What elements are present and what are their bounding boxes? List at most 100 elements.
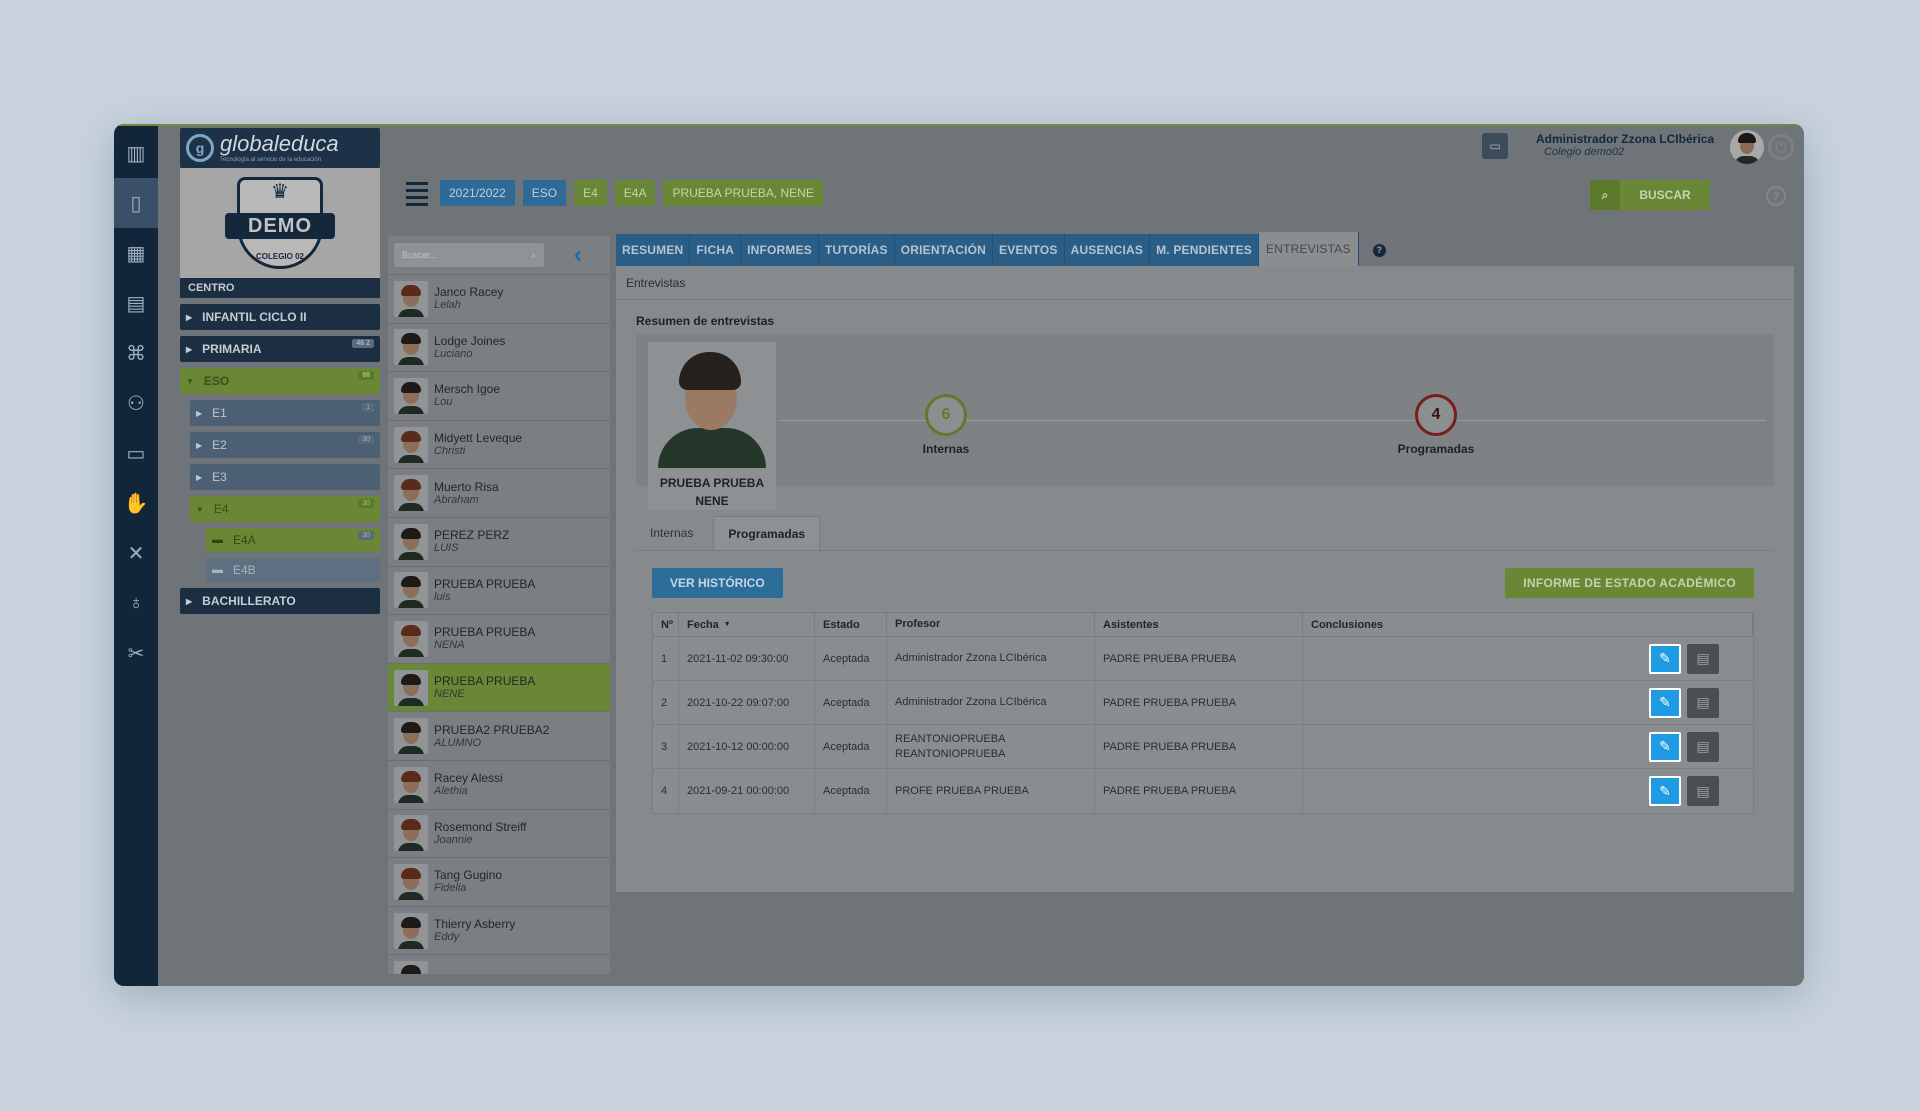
power-icon[interactable]: ⏻: [1768, 134, 1794, 160]
tab-internas[interactable]: Internas: [636, 516, 707, 550]
student-list-item[interactable]: Janco Racey Lelah: [388, 274, 610, 323]
breadcrumb-chips: 2021/2022 ESO E4 E4A PRUEBA PRUEBA, NENE: [440, 180, 823, 206]
stethoscope-icon[interactable]: ♁: [114, 578, 158, 628]
tab-ausencias[interactable]: AUSENCIAS: [1064, 234, 1151, 266]
document-icon[interactable]: ▤: [1687, 731, 1719, 762]
search-button[interactable]: ⌕ BUSCAR: [1590, 180, 1710, 210]
avatar: [394, 523, 428, 560]
tab-orientacion[interactable]: ORIENTACIÓN: [894, 234, 994, 266]
caret-right-icon: ▶: [196, 472, 203, 482]
tree-node-e1[interactable]: ▶ E1 1: [190, 400, 380, 426]
caret-right-icon: ▶: [196, 408, 203, 418]
document-icon[interactable]: ▤: [1687, 687, 1719, 718]
hand-icon[interactable]: ✋: [114, 478, 158, 528]
center-tree: g globaleduca Tecnología al servicio de …: [180, 128, 380, 986]
student-list-item[interactable]: Thierry Vanderslice: [388, 954, 610, 974]
avatar[interactable]: [1730, 130, 1764, 164]
chip-level[interactable]: E4: [574, 180, 607, 206]
tab-ficha[interactable]: FICHA: [690, 234, 742, 266]
centro-label: CENTRO: [180, 278, 380, 298]
tree-node-e4b[interactable]: ▬ E4B: [206, 558, 380, 582]
col-header-fecha[interactable]: Fecha ▼: [679, 613, 815, 636]
document-icon[interactable]: ▤: [1687, 776, 1719, 806]
student-list-item[interactable]: Racey Alessi Alethia: [388, 759, 610, 809]
student-name-line2: NENE: [695, 494, 729, 508]
ver-historico-button[interactable]: VER HISTÓRICO: [652, 568, 783, 598]
help-icon[interactable]: ?: [1372, 243, 1386, 257]
search-button-label: BUSCAR: [1639, 188, 1691, 202]
chip-stage[interactable]: ESO: [522, 180, 567, 206]
folder-icon: ▬: [212, 564, 223, 576]
tree-node-primaria[interactable]: ▶ PRIMARIA 46 2: [180, 336, 380, 362]
chip-year[interactable]: 2021/2022: [440, 180, 515, 206]
avatar: [394, 863, 428, 900]
bus-icon[interactable]: ▭: [114, 428, 158, 478]
informe-estado-button[interactable]: INFORME DE ESTADO ACADÉMICO: [1505, 568, 1754, 598]
student-list-item[interactable]: PRUEBA PRUEBA NENE: [388, 662, 610, 712]
chart-icon[interactable]: ▥: [114, 128, 158, 178]
student-list-item[interactable]: Midyett Leveque Christi: [388, 419, 610, 469]
summary-title: Resumen de entrevistas: [636, 314, 775, 328]
tab-programadas[interactable]: Programadas: [713, 516, 821, 550]
clipboard-icon[interactable]: ▤: [114, 278, 158, 328]
tree-node-label: PRIMARIA: [202, 342, 262, 356]
student-list-item[interactable]: PRUEBA PRUEBA luis: [388, 565, 610, 615]
user-card-icon[interactable]: ▭: [1482, 133, 1508, 159]
tree-node-infantil[interactable]: ▶ INFANTIL CICLO II: [180, 304, 380, 330]
hierarchy-icon[interactable]: ⌘: [114, 328, 158, 378]
collapse-icon[interactable]: ‹: [574, 241, 582, 269]
edit-icon[interactable]: ✎: [1649, 776, 1681, 806]
student-list-item[interactable]: PRUEBA PRUEBA NENA: [388, 614, 610, 663]
student-first-name: Lelah: [434, 299, 461, 312]
internas-count: 6: [925, 394, 967, 436]
student-list-item[interactable]: Tang Gugino Fidelia: [388, 857, 610, 906]
edit-icon[interactable]: ✎: [1649, 731, 1681, 762]
people-icon[interactable]: ⚇: [114, 378, 158, 428]
tree-node-bachillerato[interactable]: ▶ BACHILLERATO: [180, 588, 380, 614]
tab-entrevistas[interactable]: ENTREVISTAS: [1259, 232, 1359, 266]
tree-node-eso[interactable]: ▼ ESO 88: [180, 368, 380, 394]
student-list-item[interactable]: PEREZ PERZ LUIS: [388, 516, 610, 566]
edit-icon[interactable]: ✎: [1649, 643, 1681, 674]
chip-group[interactable]: E4A: [614, 180, 656, 206]
tab-informes[interactable]: INFORMES: [741, 234, 820, 266]
edit-icon[interactable]: ✎: [1649, 687, 1681, 718]
cell-profesor: REANTONIOPRUEBA REANTONIOPRUEBA: [887, 725, 1095, 768]
student-search-input[interactable]: Buscar... ⌕: [394, 243, 544, 267]
student-list-item[interactable]: Mersch Igoe Lou: [388, 371, 610, 420]
avatar: [394, 815, 428, 852]
student-first-name: luis: [434, 590, 451, 603]
help-icon[interactable]: ?: [1766, 186, 1786, 206]
chip-student[interactable]: PRUEBA PRUEBA, NENE: [663, 180, 823, 206]
student-list-item[interactable]: Muerto Risa Abraham: [388, 468, 610, 517]
cell-n: 1: [653, 637, 679, 680]
internas-label: Internas: [922, 442, 970, 456]
col-header-label: Fecha: [687, 618, 719, 631]
cell-n: 3: [653, 725, 679, 768]
tools-icon[interactable]: ✂: [114, 628, 158, 678]
tree-node-label: INFANTIL CICLO II: [202, 310, 307, 324]
calendar-icon[interactable]: ▦: [114, 228, 158, 278]
avatar: [394, 718, 428, 755]
tab-m-pendientes[interactable]: M. PENDIENTES: [1150, 234, 1260, 266]
tab-tutorias[interactable]: TUTORÍAS: [819, 234, 895, 266]
menu-icon[interactable]: [406, 182, 428, 210]
book-icon[interactable]: ▯: [114, 178, 158, 228]
student-name: Racey Alessi: [434, 771, 503, 786]
student-name: Mersch Igoe: [434, 382, 501, 397]
student-list-item[interactable]: Thierry Asberry Eddy: [388, 905, 610, 955]
student-list-item[interactable]: Lodge Joines Luciano: [388, 322, 610, 372]
tree-node-e3[interactable]: ▶ E3: [190, 464, 380, 490]
tree-node-e2[interactable]: ▶ E2 30: [190, 432, 380, 458]
document-icon[interactable]: ▤: [1687, 643, 1719, 674]
search-icon: ⌕: [530, 249, 536, 260]
student-list-item[interactable]: PRUEBA2 PRUEBA2 ALUMNO: [388, 711, 610, 760]
student-list-item[interactable]: Rosemond Streiff Joannie: [388, 808, 610, 858]
tree-node-label: ESO: [203, 374, 230, 388]
tree-node-e4a[interactable]: ▬ E4A 30: [206, 528, 380, 552]
student-first-name: Christi: [434, 445, 466, 458]
network-icon[interactable]: ✕: [114, 528, 158, 578]
tab-resumen[interactable]: RESUMEN: [616, 234, 691, 266]
tree-node-e4[interactable]: ▼ E4 30: [190, 496, 380, 522]
tab-eventos[interactable]: EVENTOS: [993, 234, 1065, 266]
